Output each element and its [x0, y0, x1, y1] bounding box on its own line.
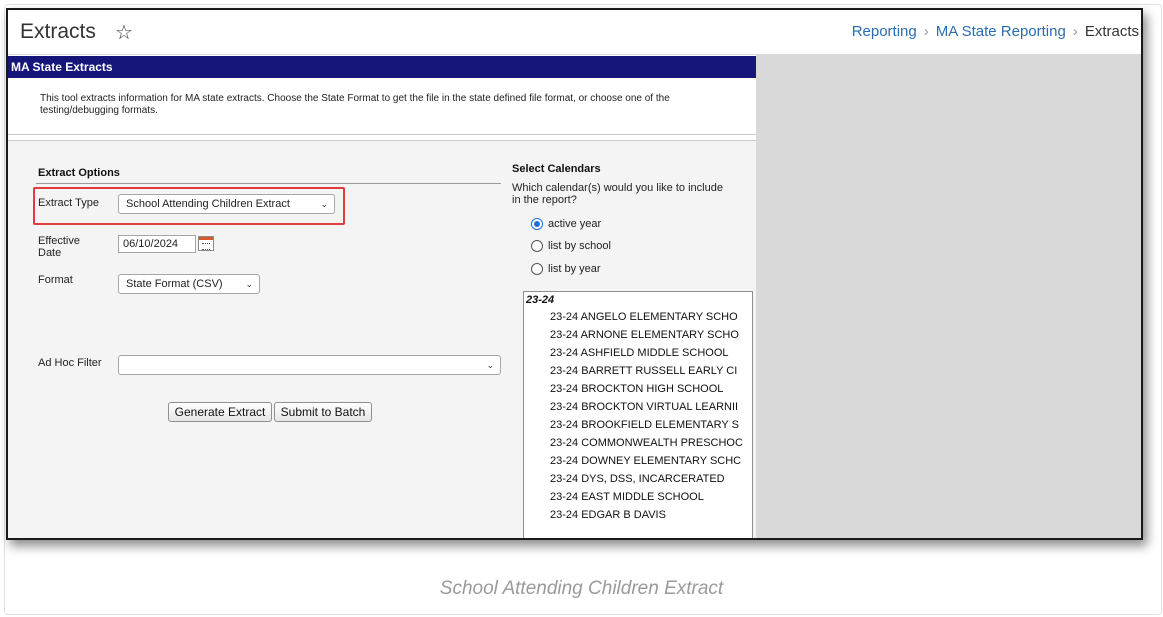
image-caption: School Attending Children Extract: [439, 578, 724, 599]
extract-type-value: School Attending Children Extract: [126, 198, 290, 210]
gray-background: [756, 55, 1141, 538]
select-calendars-heading: Select Calendars: [512, 163, 601, 175]
ad-hoc-filter-select[interactable]: ⌄: [118, 355, 501, 375]
chevron-right-icon: ›: [1072, 23, 1078, 40]
list-item[interactable]: 23-24 BARRETT RUSSELL EARLY CI: [550, 365, 737, 377]
calendar-icon[interactable]: [198, 236, 214, 251]
effective-date-label-line2: Date: [38, 247, 62, 259]
list-item[interactable]: 23-24 EAST MIDDLE SCHOOL: [550, 491, 704, 503]
list-item[interactable]: 23-24 DOWNEY ELEMENTARY SCHC: [550, 455, 741, 467]
list-item[interactable]: 23-24 BROCKTON VIRTUAL LEARNII: [550, 401, 738, 413]
calendar-question: Which calendar(s) would you like to incl…: [512, 182, 723, 194]
calendar-question-line2: in the report?: [512, 194, 577, 206]
list-item[interactable]: 23-24 EDGAR B DAVIS: [550, 509, 666, 521]
list-item[interactable]: 23-24 DYS, DSS, INCARCERATED: [550, 473, 725, 485]
breadcrumb-reporting[interactable]: Reporting: [852, 23, 917, 40]
list-item[interactable]: 23-24 ANGELO ELEMENTARY SCHO: [550, 311, 738, 323]
extract-type-label: Extract Type: [38, 197, 99, 209]
chevron-down-icon: ⌄: [245, 279, 253, 289]
generate-extract-button[interactable]: Generate Extract: [168, 402, 272, 422]
radio-list-by-year[interactable]: [531, 263, 543, 275]
format-select[interactable]: State Format (CSV) ⌄: [118, 274, 260, 294]
chevron-down-icon: ⌄: [486, 360, 494, 370]
radio-active-year-label[interactable]: active year: [548, 218, 601, 230]
page-header: Extracts ☆ Reporting › MA State Reporting ›…: [8, 10, 1141, 55]
effective-date-input[interactable]: 06/10/2024: [118, 235, 196, 253]
breadcrumb: Reporting › MA State Reporting › Extracts: [852, 23, 1139, 40]
effective-date-label: Effective: [38, 235, 80, 247]
format-value: State Format (CSV): [126, 278, 223, 290]
list-item[interactable]: 23-24 BROCKTON HIGH SCHOOL: [550, 383, 723, 395]
radio-list-by-school-label[interactable]: list by school: [548, 240, 611, 252]
star-icon[interactable]: ☆: [115, 20, 133, 45]
extract-options-divider: [36, 183, 501, 184]
breadcrumb-extracts: Extracts: [1084, 23, 1139, 40]
list-item[interactable]: 23-24 ARNONE ELEMENTARY SCHO: [550, 329, 739, 341]
radio-list-by-school[interactable]: [531, 240, 543, 252]
radio-list-by-year-label[interactable]: list by year: [548, 263, 601, 275]
calendar-group-label: 23-24: [526, 294, 555, 306]
list-item[interactable]: 23-24 BROOKFIELD ELEMENTARY S: [550, 419, 739, 431]
panel-title-bar: MA State Extracts: [8, 56, 756, 78]
extract-type-select[interactable]: School Attending Children Extract ⌄: [118, 194, 335, 214]
list-item[interactable]: 23-24 ASHFIELD MIDDLE SCHOOL: [550, 347, 729, 359]
radio-active-year[interactable]: [531, 218, 543, 230]
extract-options-heading: Extract Options: [38, 167, 120, 179]
format-label: Format: [38, 274, 73, 286]
page-title: Extracts: [20, 20, 96, 43]
breadcrumb-ma-state-reporting[interactable]: MA State Reporting: [936, 23, 1066, 40]
chevron-down-icon: ⌄: [320, 199, 328, 209]
screenshot-window: Extracts ☆ Reporting › MA State Reporting ›…: [6, 8, 1143, 540]
submit-to-batch-button[interactable]: Submit to Batch: [274, 402, 372, 422]
calendar-listbox[interactable]: 23-24 23-24 ANGELO ELEMENTARY SCHO 23-24…: [523, 291, 753, 538]
ad-hoc-filter-label: Ad Hoc Filter: [38, 357, 102, 369]
chevron-right-icon: ›: [923, 23, 929, 40]
panel-description: This tool extracts information for MA st…: [40, 93, 670, 116]
list-item[interactable]: 23-24 COMMONWEALTH PRESCHOC: [550, 437, 743, 449]
